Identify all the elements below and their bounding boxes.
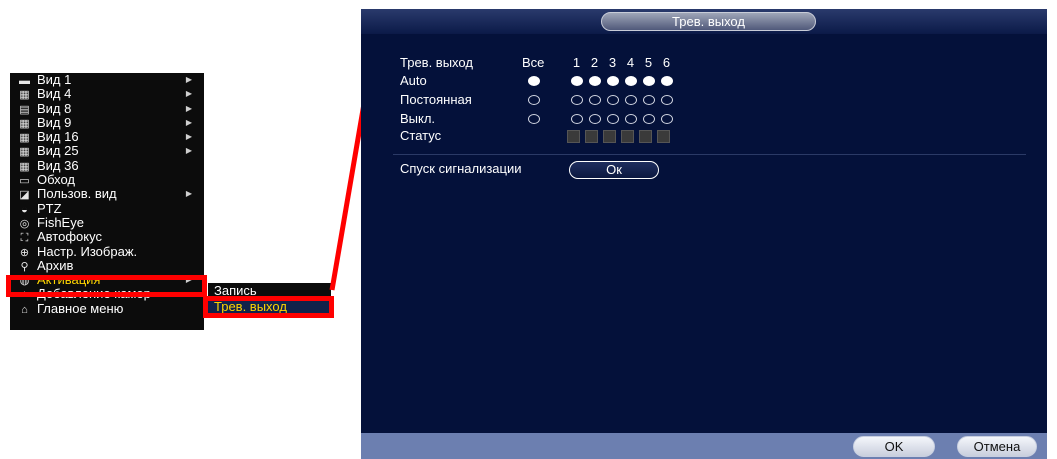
- radio-channel-4[interactable]: [625, 76, 637, 86]
- ok-button[interactable]: OK: [853, 436, 935, 457]
- radio-all[interactable]: [528, 114, 540, 124]
- radio-channel-6[interactable]: [661, 114, 673, 124]
- radio-all[interactable]: [528, 76, 540, 86]
- status-indicator-2: [585, 130, 598, 143]
- radio-channel-3[interactable]: [607, 76, 619, 86]
- cancel-button[interactable]: Отмена: [957, 436, 1037, 457]
- alarm-release-label: Спуск сигнализации: [400, 161, 522, 176]
- status-indicator-3: [603, 130, 616, 143]
- alarm-release-ok-button[interactable]: Ок: [569, 161, 659, 179]
- radio-channel-3[interactable]: [607, 114, 619, 124]
- alarm-output-panel: Трев. выход Трев. выход Все 123456 Auto П…: [361, 9, 1047, 459]
- radio-channel-5[interactable]: [643, 76, 655, 86]
- radio-channel-3[interactable]: [607, 95, 619, 105]
- mode-label: Постоянная: [400, 92, 472, 107]
- radio-channel-2[interactable]: [589, 76, 601, 86]
- status-indicator-6: [657, 130, 670, 143]
- header-label: Трев. выход: [400, 55, 473, 70]
- radio-channel-2[interactable]: [589, 95, 601, 105]
- radio-channel-4[interactable]: [625, 95, 637, 105]
- radio-channel-5[interactable]: [643, 114, 655, 124]
- status-indicator-5: [639, 130, 652, 143]
- channel-header-3: 3: [608, 55, 617, 70]
- radio-channel-6[interactable]: [661, 76, 673, 86]
- status-label: Статус: [400, 128, 442, 143]
- radio-channel-4[interactable]: [625, 114, 637, 124]
- radio-all[interactable]: [528, 95, 540, 105]
- all-column-label: Все: [522, 55, 545, 70]
- radio-channel-1[interactable]: [571, 114, 583, 124]
- channel-header-6: 6: [662, 55, 671, 70]
- panel-title: Трев. выход: [601, 12, 816, 31]
- radio-channel-1[interactable]: [571, 95, 583, 105]
- title-bar: Трев. выход: [361, 9, 1047, 34]
- radio-channel-6[interactable]: [661, 95, 673, 105]
- channel-header-2: 2: [590, 55, 599, 70]
- mode-label: Auto: [400, 73, 427, 88]
- status-indicator-1: [567, 130, 580, 143]
- radio-channel-2[interactable]: [589, 114, 601, 124]
- radio-channel-1[interactable]: [571, 76, 583, 86]
- footer-bar: OK Отмена: [361, 433, 1047, 459]
- channel-header-4: 4: [626, 55, 635, 70]
- radio-channel-5[interactable]: [643, 95, 655, 105]
- channel-header-1: 1: [572, 55, 581, 70]
- divider: [393, 154, 1026, 155]
- channel-header-5: 5: [644, 55, 653, 70]
- status-indicator-4: [621, 130, 634, 143]
